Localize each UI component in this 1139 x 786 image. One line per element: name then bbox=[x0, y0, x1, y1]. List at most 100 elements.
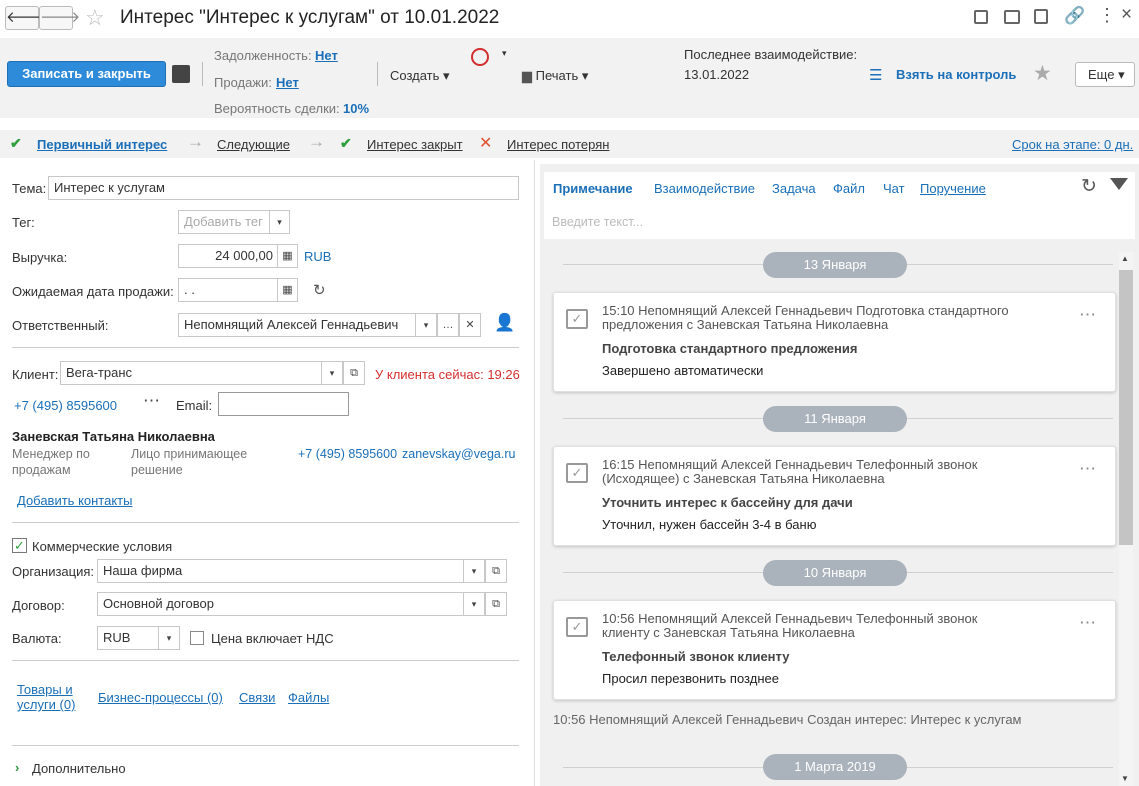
responsible-select-button[interactable]: … bbox=[437, 313, 459, 337]
scroll-up-icon[interactable]: ▲ bbox=[1121, 254, 1129, 263]
contract-input[interactable]: Основной договор bbox=[97, 592, 464, 616]
check-icon: ✔ bbox=[10, 135, 22, 151]
stage-next[interactable]: Следующие bbox=[217, 137, 290, 152]
contact-name: Заневская Татьяна Николаевна bbox=[12, 429, 215, 444]
assign-user-icon[interactable]: 👤 bbox=[494, 313, 515, 333]
tab-chat[interactable]: Чат bbox=[883, 181, 905, 196]
stage-term-link[interactable]: Срок на этапе: 0 дн. bbox=[1012, 137, 1133, 152]
tag-input[interactable]: Добавить тег bbox=[178, 210, 270, 234]
business-processes-link[interactable]: Бизнес-процессы (0) bbox=[98, 690, 223, 705]
refresh-icon[interactable]: ↻ bbox=[313, 281, 326, 299]
debt-label: Задолженность: bbox=[214, 48, 312, 63]
timer-dropdown-icon[interactable]: ▾ bbox=[502, 48, 507, 59]
contract-open-button[interactable]: ⧉ bbox=[485, 592, 507, 616]
back-button[interactable]: 🡐 bbox=[5, 6, 46, 30]
revenue-currency: RUB bbox=[304, 249, 332, 264]
currency-dropdown-button[interactable]: ▾ bbox=[158, 626, 180, 650]
client-input[interactable]: Вега-транс bbox=[60, 361, 322, 385]
forward-button[interactable]: 🡒 bbox=[39, 6, 80, 30]
client-phone-link[interactable]: +7 (495) 8595600 bbox=[14, 398, 117, 413]
refresh-icon[interactable]: ↻ bbox=[1081, 175, 1097, 198]
card-more-icon[interactable]: ⋯ bbox=[1079, 305, 1096, 325]
stage-lost[interactable]: Интерес потерян bbox=[507, 137, 609, 152]
sales-value-link[interactable]: Нет bbox=[276, 75, 299, 90]
responsible-label: Ответственный: bbox=[12, 318, 109, 333]
print-label: Печать bbox=[535, 68, 579, 83]
vat-checkbox[interactable] bbox=[190, 631, 204, 645]
responsible-clear-button[interactable]: ✕ bbox=[459, 313, 481, 337]
sale-date-input[interactable]: . . bbox=[178, 278, 278, 302]
tab-note[interactable]: Примечание bbox=[553, 181, 633, 196]
tab-task[interactable]: Задача bbox=[772, 181, 816, 196]
save-disk-icon[interactable] bbox=[172, 65, 190, 83]
tab-assignment[interactable]: Поручение bbox=[920, 181, 986, 196]
theme-label: Тема: bbox=[12, 181, 47, 196]
star-icon[interactable]: ☆ bbox=[85, 5, 105, 31]
client-open-button[interactable]: ⧉ bbox=[343, 361, 365, 385]
organization-input[interactable]: Наша фирма bbox=[97, 559, 464, 583]
filter-icon[interactable] bbox=[1110, 178, 1128, 190]
timeline-card[interactable]: ✓ 10:56 Непомнящий Алексей Геннадьевич Т… bbox=[553, 600, 1116, 700]
last-interaction-value: 13.01.2022 bbox=[684, 67, 750, 82]
print-button[interactable]: ▆ Печать ▾ bbox=[522, 68, 588, 84]
theme-input[interactable]: Интерес к услугам bbox=[48, 176, 519, 200]
favorite-star-icon[interactable]: ★ bbox=[1033, 61, 1052, 86]
organization-open-button[interactable]: ⧉ bbox=[485, 559, 507, 583]
timeline-card[interactable]: ✓ 16:15 Непомнящий Алексей Геннадьевич Т… bbox=[553, 446, 1116, 546]
card-header: 10:56 Непомнящий Алексей Геннадьевич Тел… bbox=[602, 611, 978, 640]
vat-label: Цена включает НДС bbox=[211, 631, 334, 646]
menu-dots-icon[interactable]: ⋮ bbox=[1098, 5, 1116, 26]
debt-value-link[interactable]: Нет bbox=[315, 48, 338, 63]
timeline-card[interactable]: ✓ 15:10 Непомнящий Алексей Геннадьевич П… bbox=[553, 292, 1116, 392]
close-icon[interactable]: × bbox=[1121, 4, 1132, 26]
timer-icon[interactable] bbox=[471, 48, 489, 66]
take-control-button[interactable]: Взять на контроль bbox=[896, 67, 1016, 82]
contact-phone-link[interactable]: +7 (495) 8595600 bbox=[298, 447, 397, 461]
additional-section-toggle[interactable]: Дополнительно bbox=[32, 761, 126, 776]
tag-dropdown-button[interactable]: ▾ bbox=[269, 210, 290, 234]
goods-services-link[interactable]: Товары и услуги (0) bbox=[17, 682, 87, 712]
tag-label: Тег: bbox=[12, 215, 35, 230]
tab-interaction[interactable]: Взаимодействие bbox=[654, 181, 755, 196]
calendar-icon[interactable]: ▦ bbox=[277, 278, 298, 302]
scroll-down-icon[interactable]: ▼ bbox=[1121, 774, 1129, 783]
create-label: Создать bbox=[390, 68, 440, 83]
responsible-dropdown-button[interactable]: ▾ bbox=[415, 313, 437, 337]
organization-dropdown-button[interactable]: ▾ bbox=[463, 559, 485, 583]
more-dots-icon[interactable]: ⋯ bbox=[143, 391, 160, 411]
calculator-icon[interactable]: ▦ bbox=[277, 244, 298, 268]
card-more-icon[interactable]: ⋯ bbox=[1079, 459, 1096, 479]
stage-primary-interest[interactable]: Первичный интерес bbox=[37, 137, 167, 152]
card-body: Уточнил, нужен бассейн 3-4 в баню bbox=[602, 517, 817, 532]
link-icon[interactable]: 🔗 bbox=[1064, 6, 1085, 26]
note-input[interactable]: Введите текст... bbox=[552, 215, 643, 229]
print-icon[interactable] bbox=[1004, 10, 1020, 24]
sale-date-label: Ожидаемая дата продажи: bbox=[12, 284, 174, 299]
stage-closed[interactable]: Интерес закрыт bbox=[367, 137, 463, 152]
relations-link[interactable]: Связи bbox=[239, 690, 275, 705]
preview-icon[interactable] bbox=[1034, 9, 1048, 24]
client-dropdown-button[interactable]: ▾ bbox=[321, 361, 343, 385]
email-input[interactable] bbox=[218, 392, 349, 416]
more-button[interactable]: Еще ▾ bbox=[1075, 62, 1135, 87]
chevron-right-icon[interactable]: › bbox=[15, 760, 19, 775]
window-title: Интерес "Интерес к услугам" от 10.01.202… bbox=[120, 7, 500, 28]
save-close-button[interactable]: Записать и закрыть bbox=[7, 61, 166, 87]
add-contacts-link[interactable]: Добавить контакты bbox=[17, 493, 132, 508]
responsible-input[interactable]: Непомнящий Алексей Геннадьевич bbox=[178, 313, 416, 337]
tab-file[interactable]: Файл bbox=[833, 181, 865, 196]
revenue-input[interactable]: 24 000,00 bbox=[178, 244, 278, 268]
currency-label: Валюта: bbox=[12, 631, 62, 646]
create-button[interactable]: Создать ▾ bbox=[390, 68, 450, 84]
files-link[interactable]: Файлы bbox=[288, 690, 329, 705]
save-icon[interactable] bbox=[974, 10, 988, 24]
contact-email-link[interactable]: zanevskay@vega.ru bbox=[402, 447, 515, 461]
card-more-icon[interactable]: ⋯ bbox=[1079, 613, 1096, 633]
scrollbar-thumb[interactable] bbox=[1119, 270, 1133, 545]
commercial-checkbox[interactable]: ✓ bbox=[12, 538, 27, 553]
contact-role-2: Лицо принимающее решение bbox=[131, 447, 248, 477]
contract-label: Договор: bbox=[12, 598, 65, 613]
currency-input[interactable]: RUB bbox=[97, 626, 159, 650]
contact-role-1: Менеджер по продажам bbox=[12, 447, 90, 477]
contract-dropdown-button[interactable]: ▾ bbox=[463, 592, 485, 616]
